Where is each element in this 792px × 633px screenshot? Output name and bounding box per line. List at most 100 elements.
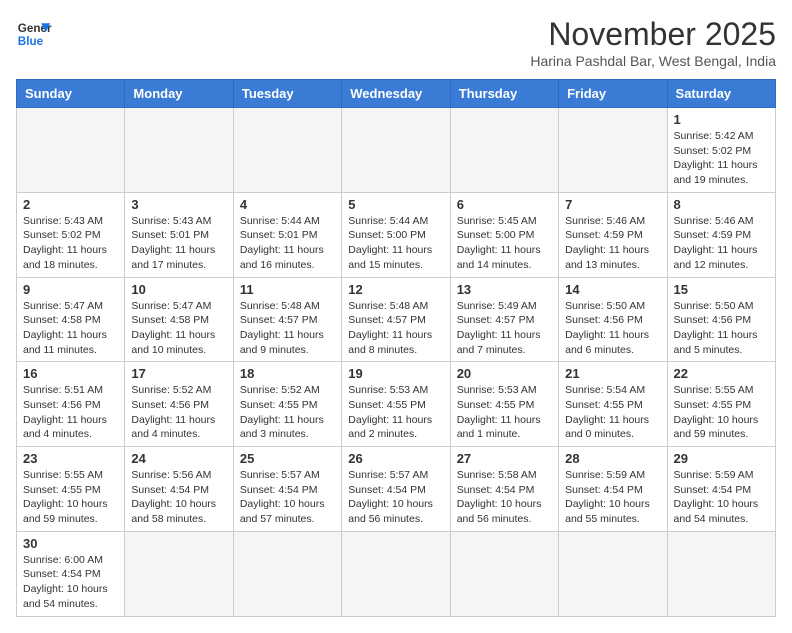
day-number: 19 [348,366,443,381]
calendar-cell [342,108,450,193]
day-number: 12 [348,282,443,297]
header: General Blue November 2025 Harina Pashda… [16,16,776,69]
day-number: 29 [674,451,769,466]
calendar-cell [450,108,558,193]
calendar-cell [667,531,775,616]
day-info: Sunrise: 5:46 AM Sunset: 4:59 PM Dayligh… [674,214,769,273]
calendar-week-2: 2 Sunrise: 5:43 AM Sunset: 5:02 PM Daylig… [17,192,776,277]
day-info: Sunrise: 5:45 AM Sunset: 5:00 PM Dayligh… [457,214,552,273]
calendar-header-row: SundayMondayTuesdayWednesdayThursdayFrid… [17,80,776,108]
day-header-saturday: Saturday [667,80,775,108]
calendar-cell: 14 Sunrise: 5:50 AM Sunset: 4:56 PM Dayli… [559,277,667,362]
calendar-cell: 10Sunrise: 5:47 AM Sunset: 4:58 PM Dayli… [125,277,233,362]
day-info: Sunrise: 5:57 AM Sunset: 4:54 PM Dayligh… [240,468,335,527]
calendar-cell: 24 Sunrise: 5:56 AM Sunset: 4:54 PM Dayli… [125,447,233,532]
calendar-cell: 21 Sunrise: 5:54 AM Sunset: 4:55 PM Dayli… [559,362,667,447]
day-info: Sunrise: 6:00 AM Sunset: 4:54 PM Dayligh… [23,553,118,612]
day-number: 17 [131,366,226,381]
calendar-cell: 19 Sunrise: 5:53 AM Sunset: 4:55 PM Dayli… [342,362,450,447]
day-info: Sunrise: 5:42 AM Sunset: 5:02 PM Dayligh… [674,129,769,188]
day-number: 9 [23,282,118,297]
calendar-week-5: 23 Sunrise: 5:55 AM Sunset: 4:55 PM Dayli… [17,447,776,532]
day-number: 5 [348,197,443,212]
calendar-cell: 1 Sunrise: 5:42 AM Sunset: 5:02 PM Daylig… [667,108,775,193]
day-number: 30 [23,536,118,551]
calendar-cell [17,108,125,193]
subtitle: Harina Pashdal Bar, West Bengal, India [530,53,776,69]
day-number: 13 [457,282,552,297]
calendar-cell [559,531,667,616]
day-number: 7 [565,197,660,212]
calendar-cell: 22 Sunrise: 5:55 AM Sunset: 4:55 PM Dayli… [667,362,775,447]
day-number: 18 [240,366,335,381]
svg-text:Blue: Blue [18,35,44,48]
calendar-week-4: 16Sunrise: 5:51 AM Sunset: 4:56 PM Dayli… [17,362,776,447]
calendar-cell [125,108,233,193]
day-info: Sunrise: 5:59 AM Sunset: 4:54 PM Dayligh… [565,468,660,527]
calendar-cell: 8Sunrise: 5:46 AM Sunset: 4:59 PM Daylig… [667,192,775,277]
day-info: Sunrise: 5:55 AM Sunset: 4:55 PM Dayligh… [23,468,118,527]
day-info: Sunrise: 5:47 AM Sunset: 4:58 PM Dayligh… [23,299,118,358]
day-info: Sunrise: 5:49 AM Sunset: 4:57 PM Dayligh… [457,299,552,358]
day-info: Sunrise: 5:54 AM Sunset: 4:55 PM Dayligh… [565,383,660,442]
logo-icon: General Blue [16,16,52,52]
day-number: 6 [457,197,552,212]
day-info: Sunrise: 5:43 AM Sunset: 5:02 PM Dayligh… [23,214,118,273]
day-number: 3 [131,197,226,212]
day-info: Sunrise: 5:55 AM Sunset: 4:55 PM Dayligh… [674,383,769,442]
day-info: Sunrise: 5:43 AM Sunset: 5:01 PM Dayligh… [131,214,226,273]
day-number: 27 [457,451,552,466]
day-info: Sunrise: 5:52 AM Sunset: 4:56 PM Dayligh… [131,383,226,442]
calendar-cell: 23 Sunrise: 5:55 AM Sunset: 4:55 PM Dayli… [17,447,125,532]
calendar: SundayMondayTuesdayWednesdayThursdayFrid… [16,79,776,617]
day-info: Sunrise: 5:56 AM Sunset: 4:54 PM Dayligh… [131,468,226,527]
calendar-cell [342,531,450,616]
day-number: 23 [23,451,118,466]
calendar-cell: 29 Sunrise: 5:59 AM Sunset: 4:54 PM Dayli… [667,447,775,532]
calendar-cell [559,108,667,193]
day-info: Sunrise: 5:48 AM Sunset: 4:57 PM Dayligh… [240,299,335,358]
calendar-week-6: 30 Sunrise: 6:00 AM Sunset: 4:54 PM Dayli… [17,531,776,616]
day-info: Sunrise: 5:51 AM Sunset: 4:56 PM Dayligh… [23,383,118,442]
calendar-cell: 25 Sunrise: 5:57 AM Sunset: 4:54 PM Dayli… [233,447,341,532]
day-header-tuesday: Tuesday [233,80,341,108]
day-number: 21 [565,366,660,381]
day-header-sunday: Sunday [17,80,125,108]
calendar-cell: 7 Sunrise: 5:46 AM Sunset: 4:59 PM Daylig… [559,192,667,277]
day-number: 11 [240,282,335,297]
month-title: November 2025 [530,16,776,53]
day-info: Sunrise: 5:50 AM Sunset: 4:56 PM Dayligh… [565,299,660,358]
day-header-monday: Monday [125,80,233,108]
day-number: 20 [457,366,552,381]
day-number: 2 [23,197,118,212]
day-number: 28 [565,451,660,466]
day-number: 10 [131,282,226,297]
calendar-cell: 20Sunrise: 5:53 AM Sunset: 4:55 PM Dayli… [450,362,558,447]
day-info: Sunrise: 5:46 AM Sunset: 4:59 PM Dayligh… [565,214,660,273]
day-header-friday: Friday [559,80,667,108]
calendar-cell: 28 Sunrise: 5:59 AM Sunset: 4:54 PM Dayli… [559,447,667,532]
day-info: Sunrise: 5:59 AM Sunset: 4:54 PM Dayligh… [674,468,769,527]
day-number: 4 [240,197,335,212]
day-number: 15 [674,282,769,297]
day-number: 22 [674,366,769,381]
calendar-cell [125,531,233,616]
calendar-cell: 2 Sunrise: 5:43 AM Sunset: 5:02 PM Daylig… [17,192,125,277]
calendar-cell: 26Sunrise: 5:57 AM Sunset: 4:54 PM Dayli… [342,447,450,532]
day-info: Sunrise: 5:53 AM Sunset: 4:55 PM Dayligh… [348,383,443,442]
title-area: November 2025 Harina Pashdal Bar, West B… [530,16,776,69]
calendar-cell: 18Sunrise: 5:52 AM Sunset: 4:55 PM Dayli… [233,362,341,447]
calendar-cell: 15 Sunrise: 5:50 AM Sunset: 4:56 PM Dayli… [667,277,775,362]
day-info: Sunrise: 5:50 AM Sunset: 4:56 PM Dayligh… [674,299,769,358]
day-number: 1 [674,112,769,127]
calendar-cell: 17 Sunrise: 5:52 AM Sunset: 4:56 PM Dayli… [125,362,233,447]
day-number: 24 [131,451,226,466]
calendar-cell [450,531,558,616]
calendar-cell: 5 Sunrise: 5:44 AM Sunset: 5:00 PM Daylig… [342,192,450,277]
day-info: Sunrise: 5:44 AM Sunset: 5:01 PM Dayligh… [240,214,335,273]
day-number: 25 [240,451,335,466]
day-info: Sunrise: 5:48 AM Sunset: 4:57 PM Dayligh… [348,299,443,358]
day-info: Sunrise: 5:44 AM Sunset: 5:00 PM Dayligh… [348,214,443,273]
day-number: 14 [565,282,660,297]
day-header-wednesday: Wednesday [342,80,450,108]
